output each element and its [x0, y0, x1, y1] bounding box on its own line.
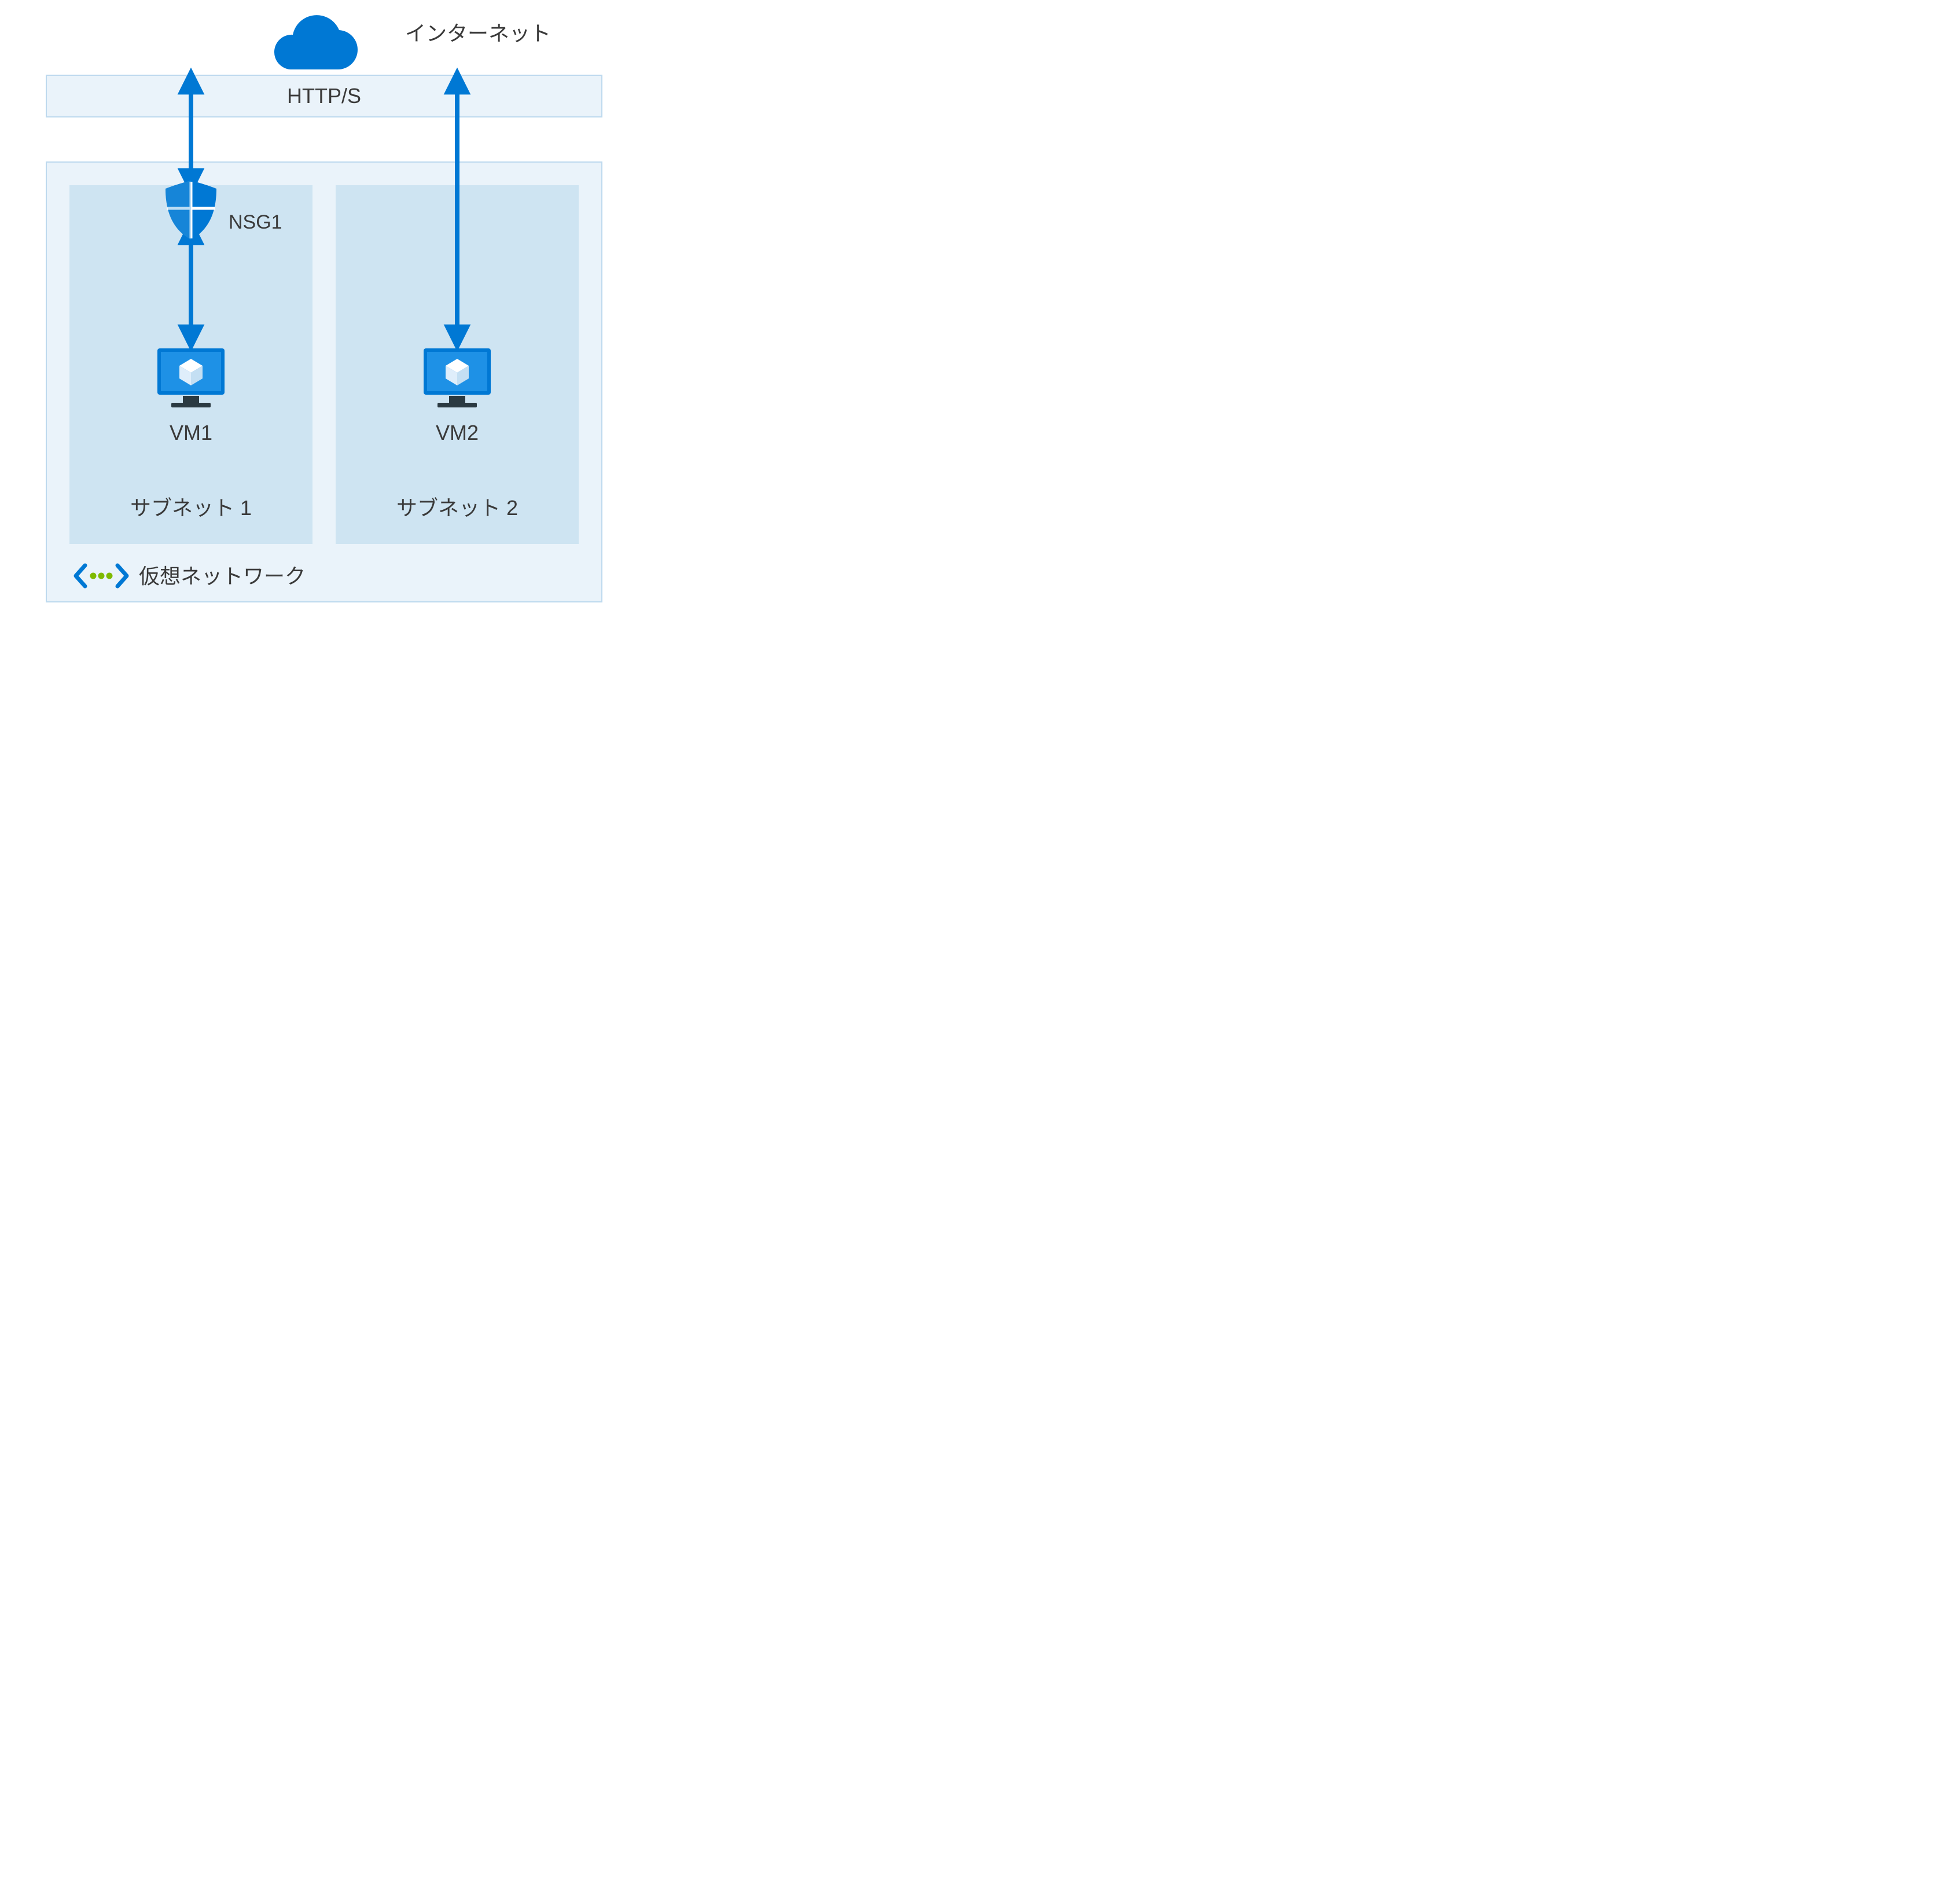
vnet-label: 仮想ネットワーク [139, 564, 306, 588]
network-diagram: HTTP/S インターネット NSG1 VM1 サブネット 1 [0, 0, 648, 637]
https-label: HTTP/S [287, 84, 361, 108]
subnet1-label: サブネット 1 [130, 496, 252, 520]
cloud-icon [274, 15, 358, 69]
vm1-label: VM1 [170, 421, 212, 444]
internet-label: インターネット [405, 21, 551, 45]
vm2-label: VM2 [436, 421, 479, 444]
nsg-label: NSG1 [229, 211, 282, 233]
subnet2-label: サブネット 2 [396, 496, 518, 520]
